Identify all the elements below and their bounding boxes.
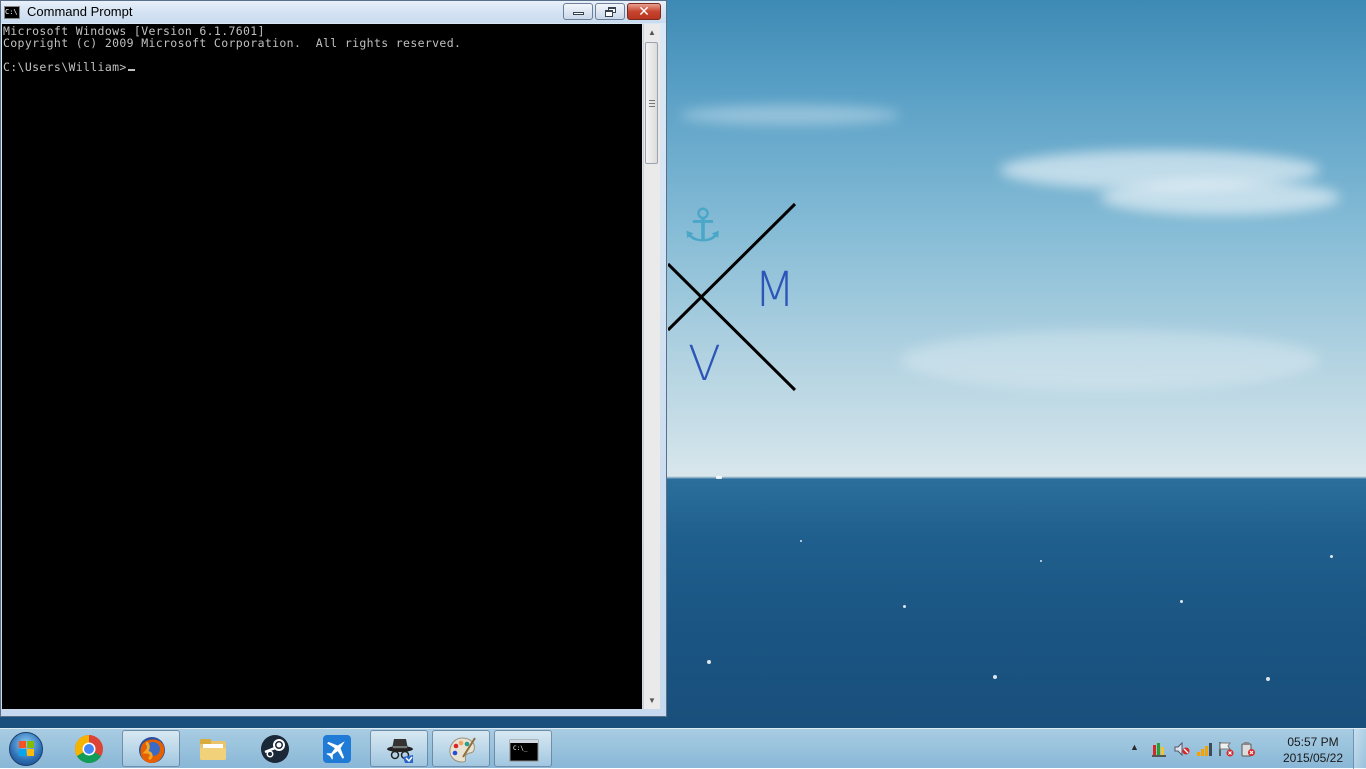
taskbar: C:\_ ▲ 05:57 PM 2015/05/22 [0, 728, 1366, 769]
taskbar-chrome[interactable] [60, 730, 118, 767]
console-line: Copyright (c) 2009 Microsoft Corporation… [3, 36, 462, 50]
anchor-icon: ⚓ [682, 199, 724, 251]
wallpaper-cloud [1100, 180, 1340, 215]
chrome-icon [75, 735, 103, 763]
spy-hat-icon [387, 739, 413, 763]
taskbar-steam[interactable] [246, 730, 304, 767]
water-sparkle [993, 675, 997, 679]
taskbar-incognito-app[interactable] [370, 730, 428, 767]
taskbar-paint[interactable] [432, 730, 490, 767]
water-sparkle [1040, 560, 1042, 562]
windows-logo-icon [19, 741, 35, 757]
text-cursor [127, 69, 135, 71]
water-sparkle [707, 660, 711, 664]
network-icon[interactable] [1196, 741, 1212, 757]
taskbar-firefox[interactable] [122, 730, 180, 767]
close-button[interactable]: ✕ [627, 3, 661, 20]
restore-button[interactable] [595, 3, 625, 20]
firefox-icon [139, 737, 165, 764]
logo-letter-m: M [754, 262, 796, 318]
boat [716, 476, 722, 479]
window-titlebar[interactable]: C:\ Command Prompt ✕ [1, 1, 666, 23]
taskbar-clock[interactable]: 05:57 PM 2015/05/22 [1274, 734, 1352, 766]
steam-icon [261, 735, 289, 763]
restore-icon [605, 7, 617, 17]
taskbar-command-prompt[interactable]: C:\_ [494, 730, 552, 767]
water-sparkle [903, 605, 906, 608]
scroll-down-arrow-icon[interactable]: ▼ [644, 692, 660, 709]
minimize-icon [573, 12, 584, 15]
action-center-icon[interactable] [1152, 741, 1168, 757]
wallpaper-logo: ⚓ M V [666, 199, 808, 400]
console-prompt: C:\Users\William> [3, 60, 127, 74]
console-output[interactable]: Microsoft Windows [Version 6.1.7601] Cop… [2, 24, 642, 709]
system-tray: ▲ [1126, 729, 1276, 769]
clock-time: 05:57 PM [1287, 735, 1339, 749]
cmd-icon[interactable]: C:\ [4, 6, 20, 19]
command-prompt-window[interactable]: C:\ Command Prompt ✕ Microsoft Windows [… [0, 0, 667, 717]
start-orb-icon [9, 732, 43, 766]
scroll-up-arrow-icon[interactable]: ▲ [644, 24, 660, 41]
cmd-icon: C:\_ [509, 739, 539, 762]
flag-error-icon[interactable] [1218, 741, 1234, 757]
window-title: Command Prompt [27, 4, 133, 19]
power-icon[interactable] [1240, 741, 1256, 757]
show-hidden-icons-arrow-icon[interactable]: ▲ [1130, 742, 1139, 752]
taskbar-airplane-app[interactable] [308, 730, 366, 767]
scroll-thumb[interactable] [645, 42, 658, 164]
clock-date: 2015/05/22 [1282, 751, 1344, 765]
show-desktop-button[interactable] [1353, 729, 1366, 769]
water-sparkle [1180, 600, 1183, 603]
grip-icon [649, 100, 655, 107]
volume-muted-icon[interactable] [1174, 741, 1190, 757]
wallpaper-cloud [680, 105, 900, 125]
water-sparkle [1330, 555, 1333, 558]
svg-text:C:\_: C:\_ [513, 745, 528, 752]
airplane-icon [323, 735, 351, 763]
start-button[interactable] [6, 730, 46, 768]
water-sparkle [800, 540, 802, 542]
logo-letter-v: V [688, 336, 721, 392]
minimize-button[interactable] [563, 3, 593, 20]
vertical-scrollbar[interactable]: ▲ ▼ [643, 24, 660, 709]
paint-palette-icon [449, 737, 476, 763]
console-prompt-line[interactable]: C:\Users\William> [3, 61, 135, 73]
wallpaper-cloud [900, 330, 1320, 390]
close-icon: ✕ [638, 3, 650, 19]
taskbar-file-explorer[interactable] [184, 730, 242, 767]
water-sparkle [1266, 677, 1270, 681]
folder-icon [200, 739, 226, 760]
